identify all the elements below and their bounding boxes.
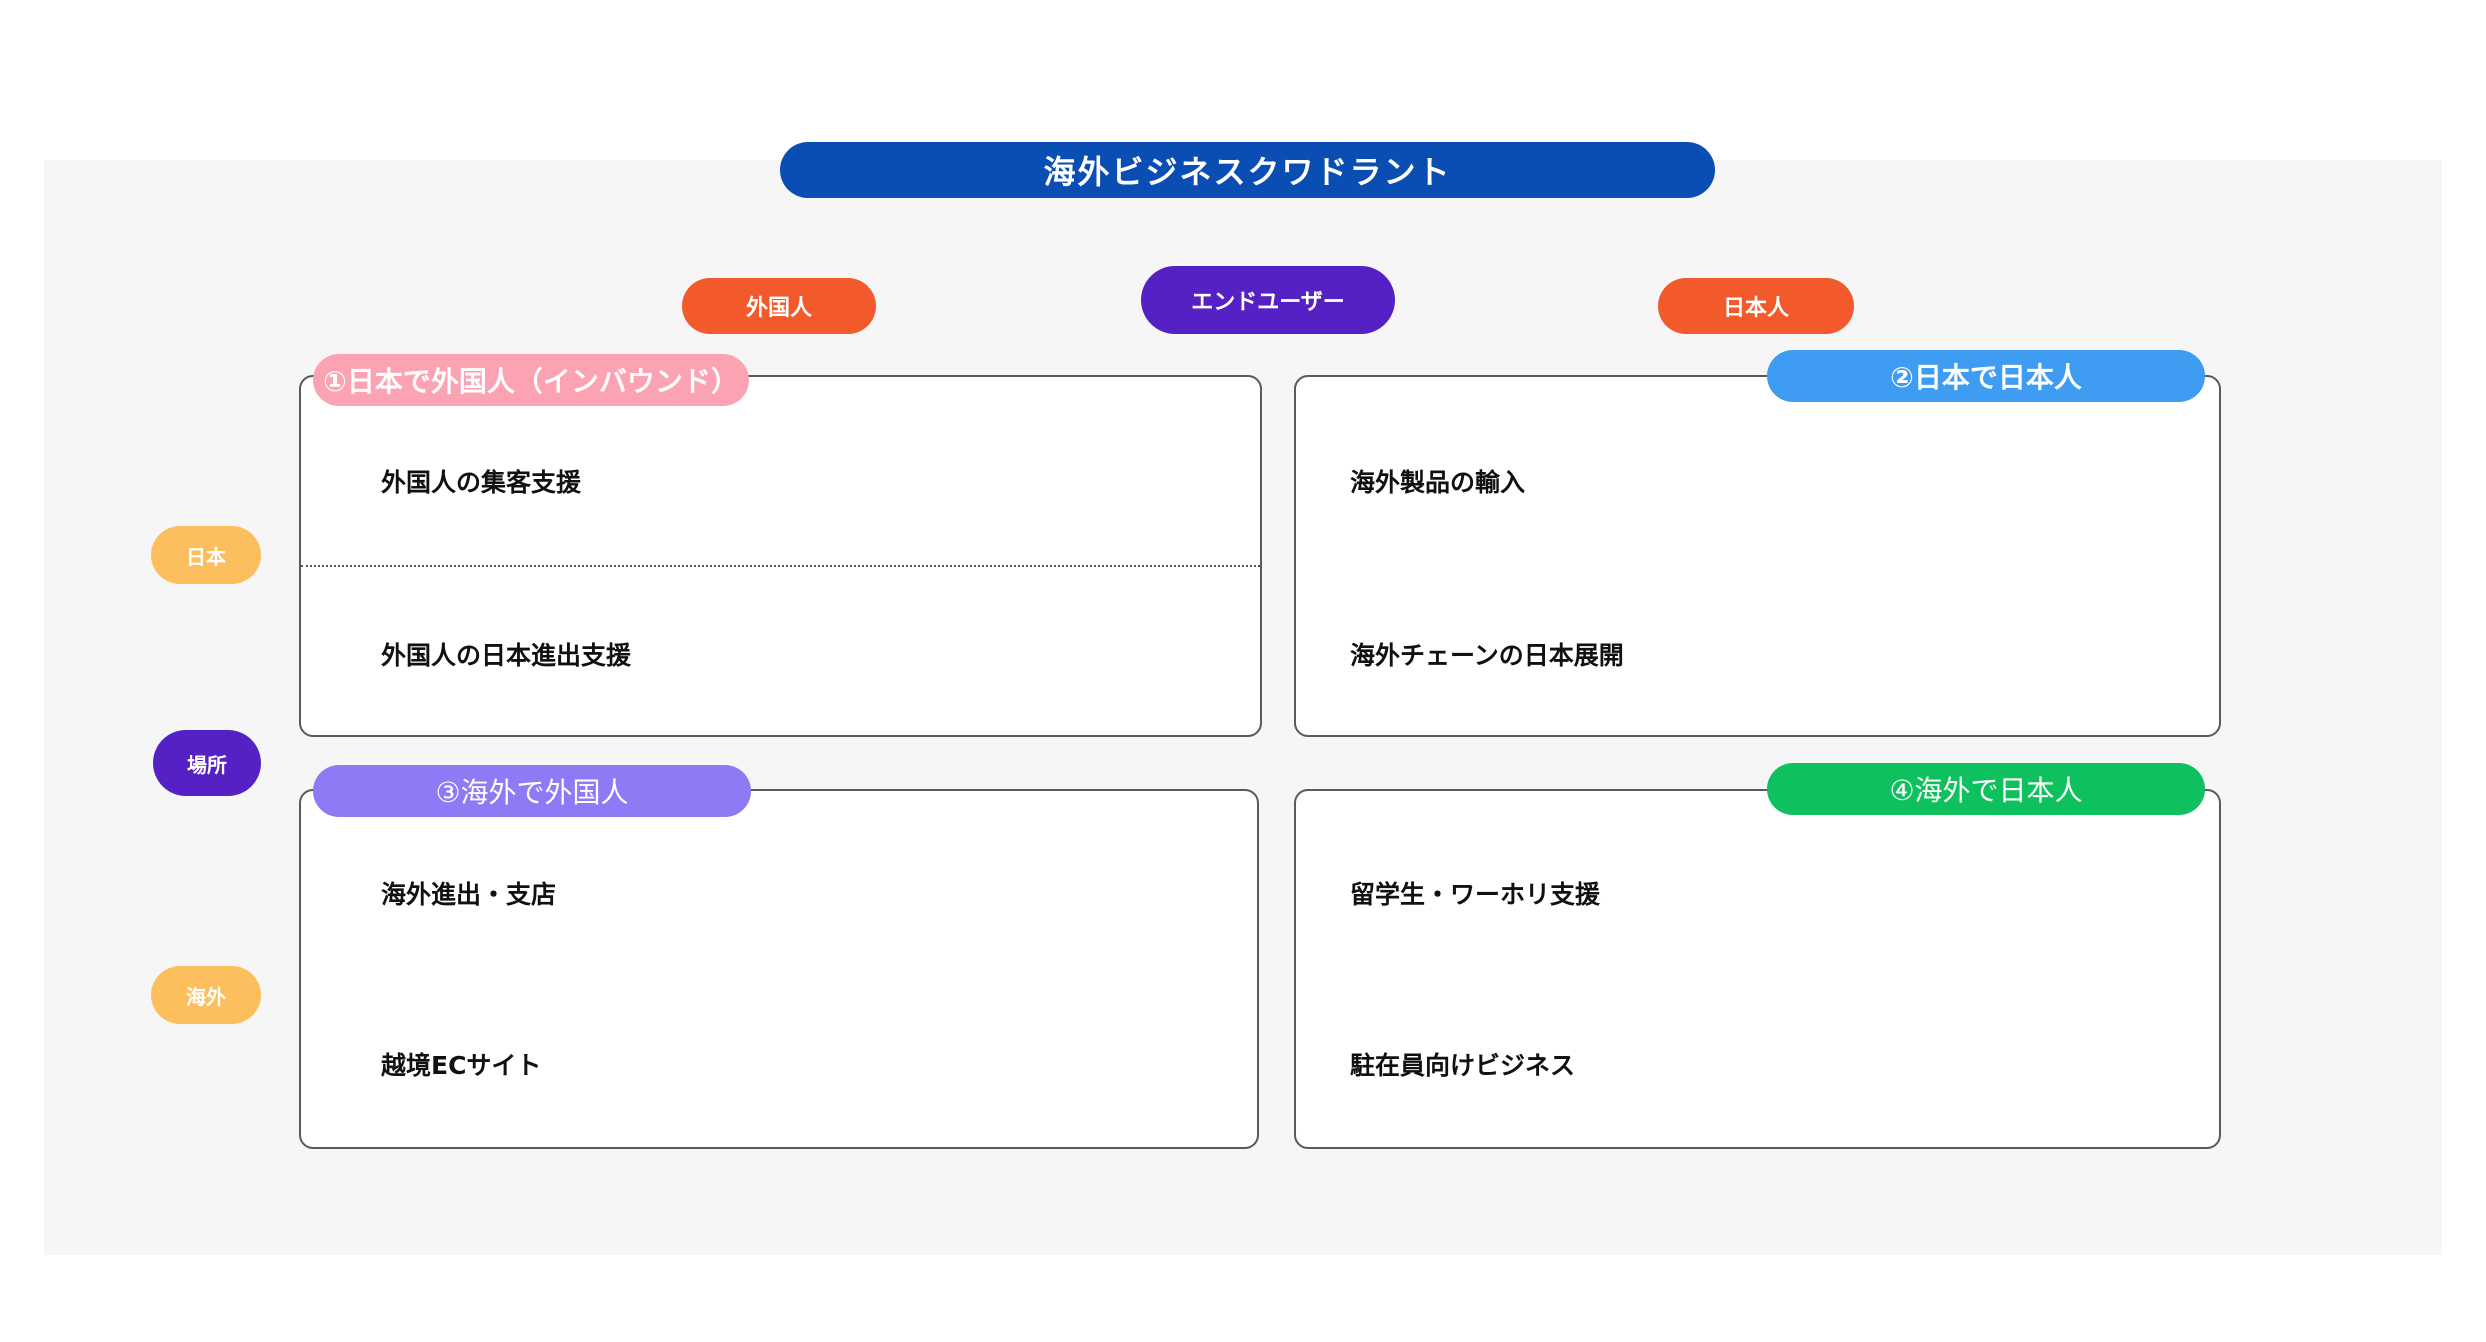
quadrant-1-item-inbound-customers: 外国人の集客支援: [381, 468, 582, 497]
quadrant-1-label: ①日本で外国人（インバウンド）: [313, 354, 749, 406]
quadrant-4-item-expat-business: 駐在員向けビジネス: [1350, 1051, 1576, 1080]
quadrant-3-label: ③海外で外国人: [313, 765, 751, 817]
quadrant-2-label: ②日本で日本人: [1767, 350, 2205, 402]
quadrant-4-box: [1294, 789, 2221, 1149]
axis-label-foreigner: 外国人: [682, 278, 876, 334]
diagram-title: 海外ビジネスクワドラント: [780, 142, 1715, 198]
axis-label-place: 場所: [153, 730, 261, 796]
quadrant-1-divider: [301, 565, 1260, 567]
axis-label-japan: 日本: [151, 526, 261, 584]
axis-label-overseas: 海外: [151, 966, 261, 1024]
quadrant-1-box: [299, 375, 1262, 737]
quadrant-4-label: ④海外で日本人: [1767, 763, 2205, 815]
quadrant-2-item-import: 海外製品の輸入: [1350, 468, 1526, 497]
quadrant-3-box: [299, 789, 1259, 1149]
quadrant-2-item-chain-expansion: 海外チェーンの日本展開: [1350, 641, 1624, 670]
quadrant-1-item-foreign-entry: 外国人の日本進出支援: [381, 641, 632, 670]
quadrant-2-box: [1294, 375, 2221, 737]
quadrant-3-item-overseas-branch: 海外進出・支店: [381, 880, 557, 909]
quadrant-4-item-study-abroad: 留学生・ワーホリ支援: [1350, 880, 1601, 909]
quadrant-3-item-cross-border-ec: 越境ECサイト: [381, 1051, 542, 1080]
axis-label-japanese: 日本人: [1658, 278, 1854, 334]
axis-label-end-user: エンドユーザー: [1141, 266, 1395, 334]
